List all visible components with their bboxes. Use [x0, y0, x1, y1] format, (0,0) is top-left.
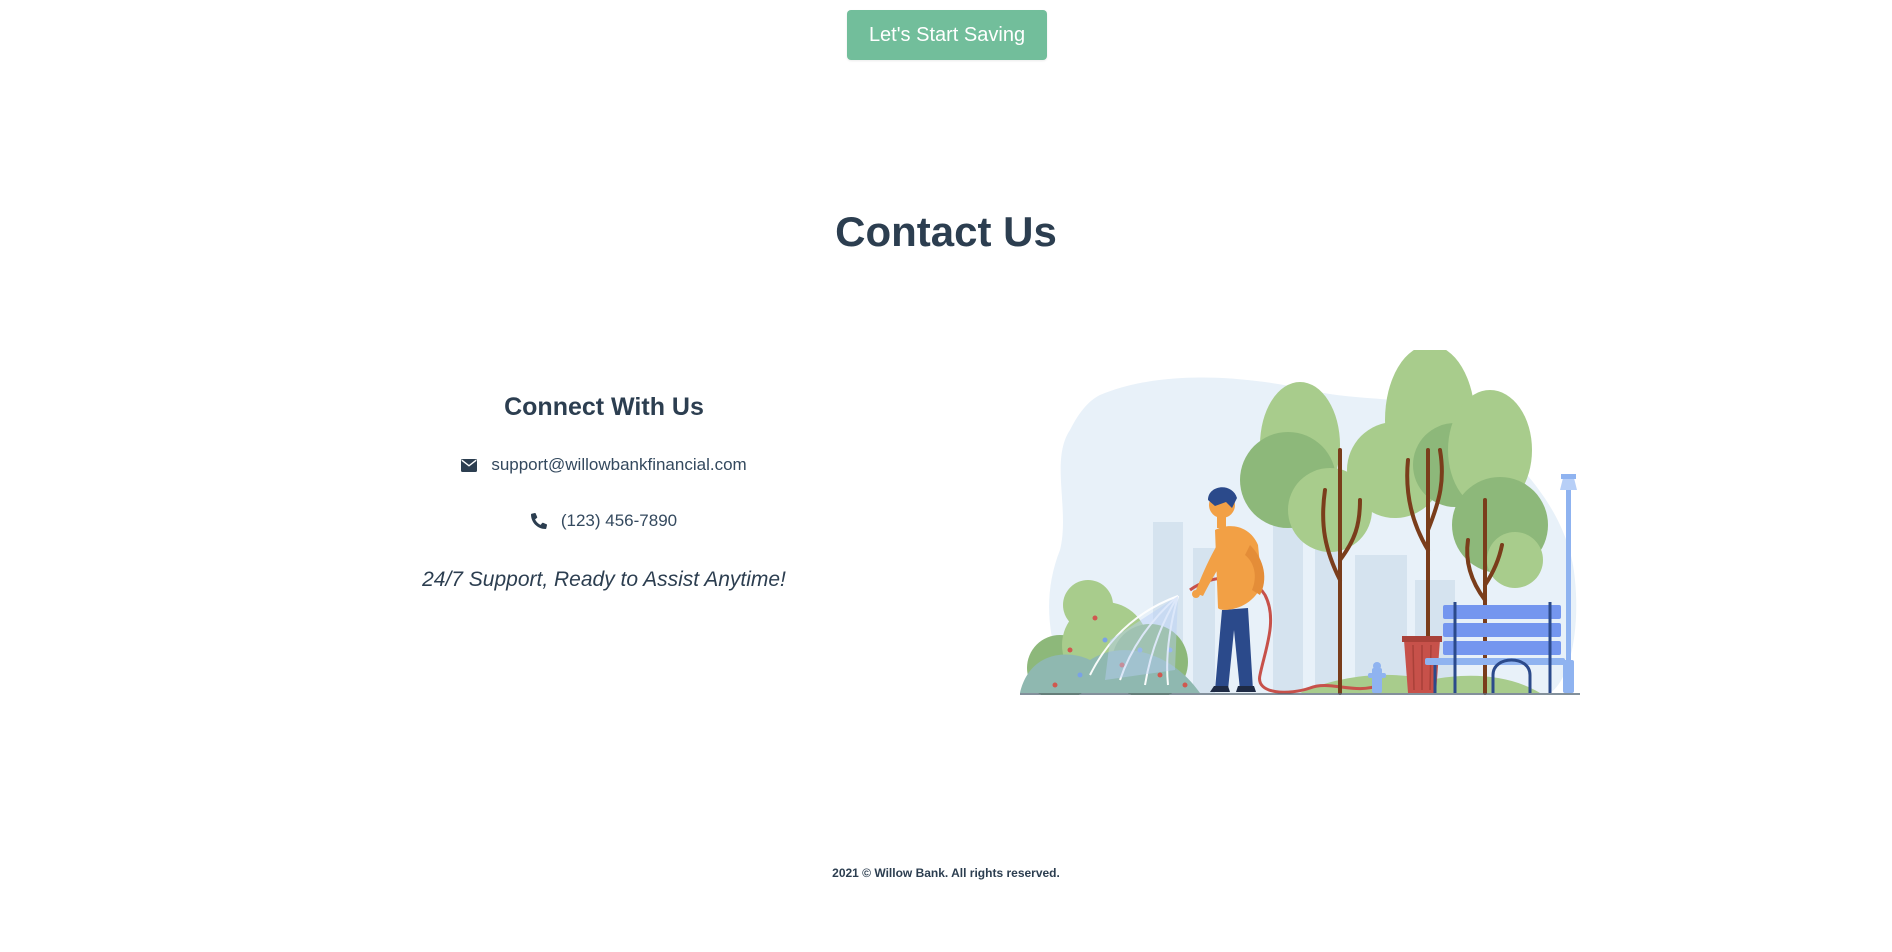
email-row: support@willowbankfinancial.com: [330, 454, 878, 476]
page-title: Contact Us: [835, 208, 1057, 255]
email-link[interactable]: support@willowbankfinancial.com: [491, 455, 746, 475]
start-saving-button[interactable]: Let's Start Saving: [847, 10, 1047, 60]
connect-heading: Connect With Us: [504, 393, 704, 421]
gardener-illustration: [1020, 350, 1580, 695]
support-tagline: 24/7 Support, Ready to Assist Anytime!: [422, 568, 786, 591]
page: Let's Start Saving Contact Us Connect Wi…: [0, 0, 1892, 952]
phone-icon: [530, 513, 547, 529]
envelope-icon: [461, 458, 478, 472]
connect-section: Connect With Us support@willowbankfinanc…: [330, 393, 878, 592]
phone-link[interactable]: (123) 456-7890: [561, 511, 677, 531]
phone-row: (123) 456-7890: [330, 510, 878, 532]
footer-copyright: 2021 © Willow Bank. All rights reserved.: [832, 866, 1060, 880]
